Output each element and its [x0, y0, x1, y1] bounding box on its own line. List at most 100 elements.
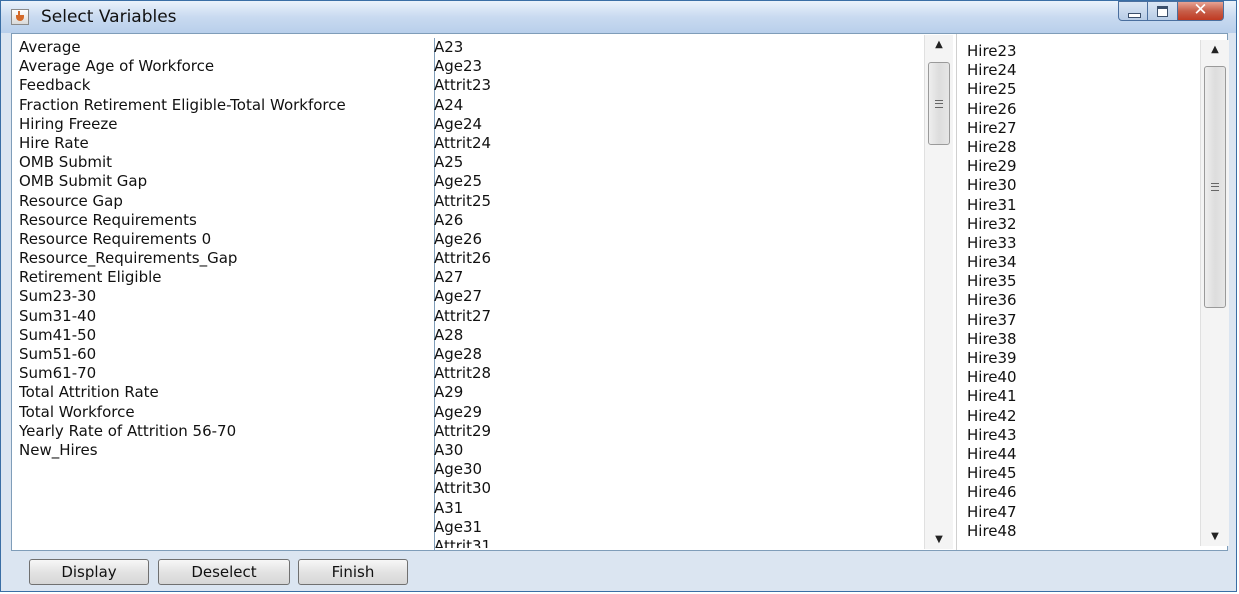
grip-icon [1211, 183, 1219, 191]
list-item-subvariable[interactable]: A23 [434, 38, 924, 57]
list-item-subvariable[interactable]: Age31 [434, 518, 924, 537]
list-item-hire[interactable]: Hire25 [967, 80, 1197, 99]
list-item-subvariable[interactable]: Age30 [434, 460, 924, 479]
list-item-hire[interactable]: Hire38 [967, 330, 1197, 349]
list-item-variable[interactable]: Resource Gap [19, 192, 434, 211]
list-item-variable[interactable]: Sum31-40 [19, 307, 434, 326]
maximize-button[interactable] [1148, 1, 1178, 21]
list-item-hire[interactable]: Hire27 [967, 119, 1197, 138]
list-item-variable[interactable]: Retirement Eligible [19, 268, 434, 287]
list-item-subvariable[interactable]: Attrit26 [434, 249, 924, 268]
list-item-variable[interactable]: Fraction Retirement Eligible-Total Workf… [19, 96, 434, 115]
scroll-thumb[interactable] [1204, 66, 1226, 308]
list-item-subvariable[interactable]: Attrit25 [434, 192, 924, 211]
hires-list[interactable]: Hire23 Hire24 Hire25 Hire26 Hire27 Hire28 Hire… [967, 42, 1197, 547]
list-item-variable[interactable]: Resource_Requirements_Gap [19, 249, 434, 268]
list-item-hire[interactable]: Hire41 [967, 387, 1197, 406]
scroll-up-arrow-icon[interactable]: ▲ [1201, 44, 1229, 55]
scroll-down-arrow-icon[interactable]: ▼ [1201, 531, 1229, 542]
hires-scrollbar[interactable]: ▲ ▼ [1200, 40, 1229, 546]
list-item-hire[interactable]: Hire43 [967, 426, 1197, 445]
list-item-hire[interactable]: Hire45 [967, 464, 1197, 483]
list-item-variable[interactable]: OMB Submit Gap [19, 172, 434, 191]
list-item-subvariable[interactable]: Attrit28 [434, 364, 924, 383]
deselect-button[interactable]: Deselect [158, 559, 290, 585]
variables-panel: Average Average Age of Workforce Feedback F… [11, 33, 1229, 551]
list-item-subvariable[interactable]: A25 [434, 153, 924, 172]
list-item-subvariable[interactable]: Attrit29 [434, 422, 924, 441]
list-item-hire[interactable]: Hire30 [967, 176, 1197, 195]
list-item-variable[interactable]: Sum51-60 [19, 345, 434, 364]
window-controls: ✕ [1118, 0, 1224, 21]
list-item-subvariable[interactable]: A27 [434, 268, 924, 287]
list-item-hire[interactable]: Hire28 [967, 138, 1197, 157]
list-item-subvariable[interactable]: Attrit30 [434, 479, 924, 498]
list-item-subvariable[interactable]: Attrit27 [434, 307, 924, 326]
list-item-subvariable[interactable]: Age27 [434, 287, 924, 306]
list-item-variable[interactable]: Total Workforce [19, 403, 434, 422]
list-item-variable[interactable]: Sum41-50 [19, 326, 434, 345]
list-item-subvariable[interactable]: A24 [434, 96, 924, 115]
list-item-variable[interactable]: Feedback [19, 76, 434, 95]
list-item-hire[interactable]: Hire44 [967, 445, 1197, 464]
list-item-variable[interactable]: New_Hires [19, 441, 434, 460]
list-item-subvariable[interactable]: Age25 [434, 172, 924, 191]
list-item-hire[interactable]: Hire42 [967, 407, 1197, 426]
list-item-hire[interactable]: Hire48 [967, 522, 1197, 541]
list-item-hire[interactable]: Hire39 [967, 349, 1197, 368]
title-bar[interactable]: Select Variables ✕ [1, 0, 1236, 33]
list-item-variable[interactable]: Hire Rate [19, 134, 434, 153]
window-title: Select Variables [41, 7, 177, 27]
list-item-variable[interactable]: Hiring Freeze [19, 115, 434, 134]
scroll-up-arrow-icon[interactable]: ▲ [925, 39, 953, 50]
list-item-hire[interactable]: Hire35 [967, 272, 1197, 291]
close-icon: ✕ [1193, 0, 1208, 20]
list-item-hire[interactable]: Hire47 [967, 503, 1197, 522]
list-item-subvariable[interactable]: A31 [434, 499, 924, 518]
list-item-variable[interactable]: Total Attrition Rate [19, 383, 434, 402]
list-item-subvariable[interactable]: A29 [434, 383, 924, 402]
scroll-thumb[interactable] [928, 62, 950, 145]
list-item-hire[interactable]: Hire40 [967, 368, 1197, 387]
list-item-variable[interactable]: Resource Requirements [19, 211, 434, 230]
list-item-subvariable[interactable]: Age29 [434, 403, 924, 422]
list-item-variable[interactable]: Sum23-30 [19, 287, 434, 306]
list-item-variable[interactable]: Resource Requirements 0 [19, 230, 434, 249]
list-item-subvariable[interactable]: Age23 [434, 57, 924, 76]
list-item-hire[interactable]: Hire23 [967, 42, 1197, 61]
list-item-subvariable[interactable]: A26 [434, 211, 924, 230]
list-item-variable[interactable]: Sum61-70 [19, 364, 434, 383]
list-item-hire[interactable]: Hire26 [967, 100, 1197, 119]
list-item-hire[interactable]: Hire29 [967, 157, 1197, 176]
list-item-subvariable[interactable]: A30 [434, 441, 924, 460]
minimize-button[interactable] [1118, 1, 1148, 21]
list-item-variable[interactable]: Yearly Rate of Attrition 56-70 [19, 422, 434, 441]
list-item-subvariable[interactable]: Age26 [434, 230, 924, 249]
list-item-subvariable[interactable]: A28 [434, 326, 924, 345]
java-cup-icon [11, 9, 29, 25]
list-item-subvariable[interactable]: Age28 [434, 345, 924, 364]
display-button[interactable]: Display [29, 559, 149, 585]
subvariables-list[interactable]: A23 Age23 Attrit23 A24 Age24 Attrit24 A25 Age25… [434, 38, 924, 548]
list-item-hire[interactable]: Hire34 [967, 253, 1197, 272]
close-button[interactable]: ✕ [1178, 0, 1224, 21]
subvariables-scrollbar[interactable]: ▲ ▼ [924, 35, 953, 549]
list-item-variable[interactable]: Average [19, 38, 434, 57]
list-item-subvariable[interactable]: Attrit31 [434, 537, 924, 548]
list-item-subvariable[interactable]: Attrit23 [434, 76, 924, 95]
maximize-icon [1157, 6, 1168, 17]
scroll-down-arrow-icon[interactable]: ▼ [925, 534, 953, 545]
list-item-subvariable[interactable]: Age24 [434, 115, 924, 134]
list-item-hire[interactable]: Hire33 [967, 234, 1197, 253]
list-item-subvariable[interactable]: Attrit24 [434, 134, 924, 153]
list-item-variable[interactable]: Average Age of Workforce [19, 57, 434, 76]
list-item-hire[interactable]: Hire37 [967, 311, 1197, 330]
variables-list[interactable]: Average Average Age of Workforce Feedback F… [19, 38, 435, 550]
list-item-hire[interactable]: Hire46 [967, 483, 1197, 502]
list-item-hire[interactable]: Hire36 [967, 291, 1197, 310]
list-item-hire[interactable]: Hire24 [967, 61, 1197, 80]
list-item-hire[interactable]: Hire31 [967, 196, 1197, 215]
list-item-hire[interactable]: Hire32 [967, 215, 1197, 234]
finish-button[interactable]: Finish [298, 559, 408, 585]
list-item-variable[interactable]: OMB Submit [19, 153, 434, 172]
